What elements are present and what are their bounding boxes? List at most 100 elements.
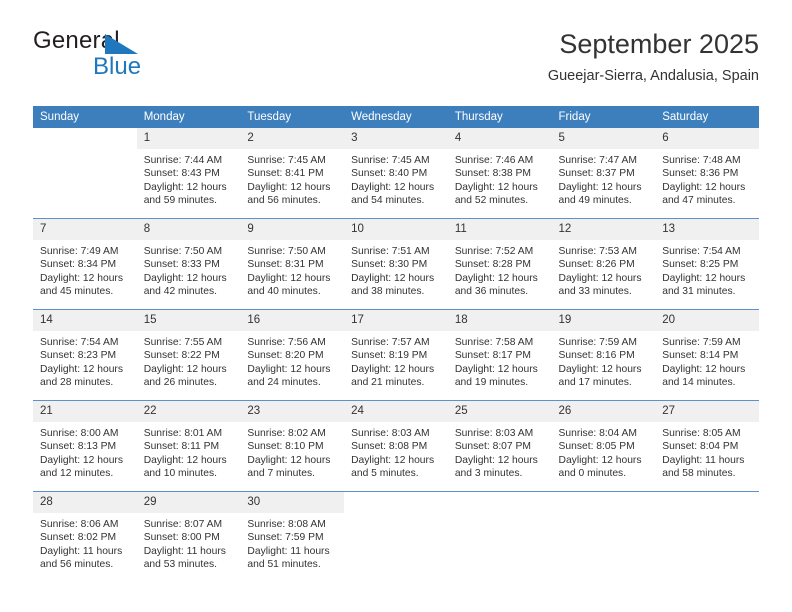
day-number: 8 <box>136 219 241 240</box>
calendar-page: General Blue September 2025 Gueejar-Sier… <box>0 0 792 612</box>
day-number: 20 <box>655 310 759 331</box>
calendar-cell-day[interactable]: 8 Sunrise: 7:50 AM Sunset: 8:33 PM Daylight… <box>136 218 241 310</box>
day-daylight-2-text: and 33 minutes. <box>558 286 632 298</box>
day-daylight-2-text: and 38 minutes. <box>351 286 425 298</box>
page-header: General Blue September 2025 Gueejar-Sier… <box>33 28 759 90</box>
calendar-cell-day[interactable]: 23 Sunrise: 8:02 AM Sunset: 8:10 PM Dayligh… <box>240 400 345 492</box>
day-sunrise-text: Sunrise: 7:50 AM <box>143 246 223 257</box>
calendar-cell-day[interactable]: 18 Sunrise: 7:58 AM Sunset: 8:17 PM Dayligh… <box>447 309 552 401</box>
day-sunrise-text: Sunrise: 8:03 AM <box>454 428 534 439</box>
day-daylight-2-text: and 42 minutes. <box>143 286 217 298</box>
day-sunset-text: Sunset: 8:41 PM <box>247 168 324 180</box>
weekday-header-thursday: Thursday <box>447 106 552 128</box>
day-sunrise-text: Sunrise: 8:05 AM <box>662 428 741 439</box>
calendar-header-row: Sunday Monday Tuesday Wednesday Thursday… <box>33 106 759 128</box>
day-daylight-2-text: and 58 minutes. <box>662 468 736 480</box>
day-number: 28 <box>33 492 137 513</box>
day-daylight-2-text: and 24 minutes. <box>247 377 321 389</box>
day-sunset-text: Sunset: 8:17 PM <box>454 350 531 362</box>
day-sunrise-text: Sunrise: 7:45 AM <box>247 155 326 166</box>
calendar-week-row: 7 Sunrise: 7:49 AM Sunset: 8:34 PM Daylight… <box>33 218 759 310</box>
day-details: Sunrise: 8:08 AM Sunset: 7:59 PM Daylight:… <box>240 513 344 572</box>
day-daylight-1-text: Daylight: 12 hours <box>351 272 435 284</box>
calendar-cell-day[interactable]: 19 Sunrise: 7:59 AM Sunset: 8:16 PM Dayligh… <box>551 309 656 401</box>
brand-logo[interactable]: General Blue <box>33 28 263 86</box>
calendar-cell-day[interactable]: 29 Sunrise: 8:07 AM Sunset: 8:00 PM Dayligh… <box>136 491 241 582</box>
calendar-cell-day[interactable]: 2 Sunrise: 7:45 AM Sunset: 8:41 PM Daylight… <box>240 128 345 219</box>
calendar-cell-day[interactable]: 7 Sunrise: 7:49 AM Sunset: 8:34 PM Daylight… <box>33 218 137 310</box>
day-sunrise-text: Sunrise: 7:57 AM <box>351 337 430 348</box>
day-daylight-2-text: and 36 minutes. <box>454 286 529 298</box>
day-daylight-2-text: and 40 minutes. <box>247 286 321 298</box>
day-details: Sunrise: 7:59 AM Sunset: 8:16 PM Daylight:… <box>552 331 656 390</box>
day-daylight-2-text: and 28 minutes. <box>40 377 114 389</box>
calendar-cell-day[interactable]: 14 Sunrise: 7:54 AM Sunset: 8:23 PM Dayligh… <box>33 309 137 401</box>
day-number: 11 <box>447 219 552 240</box>
calendar-cell-day[interactable]: 11 Sunrise: 7:52 AM Sunset: 8:28 PM Dayligh… <box>447 218 552 310</box>
day-sunset-text: Sunset: 8:34 PM <box>40 259 117 271</box>
day-sunrise-text: Sunrise: 7:54 AM <box>40 337 119 348</box>
day-number: 19 <box>551 310 656 331</box>
day-daylight-1-text: Daylight: 12 hours <box>662 363 746 375</box>
calendar-cell-day[interactable]: 6 Sunrise: 7:48 AM Sunset: 8:36 PM Daylight… <box>655 128 759 219</box>
calendar-cell-day[interactable]: 13 Sunrise: 7:54 AM Sunset: 8:25 PM Dayligh… <box>655 218 759 310</box>
day-sunset-text: Sunset: 8:02 PM <box>40 532 117 544</box>
day-daylight-2-text: and 10 minutes. <box>143 468 217 480</box>
calendar-cell-day[interactable]: 28 Sunrise: 8:06 AM Sunset: 8:02 PM Dayligh… <box>33 491 137 582</box>
day-number: 21 <box>33 401 137 422</box>
day-daylight-2-text: and 17 minutes. <box>558 377 632 389</box>
day-details: Sunrise: 7:47 AM Sunset: 8:37 PM Daylight:… <box>552 149 656 208</box>
day-number: 4 <box>447 128 552 149</box>
day-daylight-2-text: and 0 minutes. <box>558 468 627 480</box>
day-sunrise-text: Sunrise: 7:59 AM <box>662 337 741 348</box>
day-daylight-2-text: and 19 minutes. <box>454 377 529 389</box>
calendar-cell-day[interactable]: 9 Sunrise: 7:50 AM Sunset: 8:31 PM Daylight… <box>240 218 345 310</box>
day-details: Sunrise: 7:57 AM Sunset: 8:19 PM Daylight:… <box>344 331 448 390</box>
day-sunset-text: Sunset: 8:36 PM <box>662 168 739 180</box>
day-details: Sunrise: 8:02 AM Sunset: 8:10 PM Daylight:… <box>240 422 344 481</box>
day-sunset-text: Sunset: 8:43 PM <box>143 168 220 180</box>
day-details: Sunrise: 7:55 AM Sunset: 8:22 PM Daylight:… <box>137 331 241 390</box>
day-daylight-1-text: Daylight: 12 hours <box>143 363 227 375</box>
calendar-cell-day[interactable]: 16 Sunrise: 7:56 AM Sunset: 8:20 PM Dayligh… <box>240 309 345 401</box>
calendar-cell-empty <box>655 491 759 582</box>
calendar-cell-day[interactable]: 4 Sunrise: 7:46 AM Sunset: 8:38 PM Daylight… <box>447 128 552 219</box>
calendar-cell-day[interactable]: 22 Sunrise: 8:01 AM Sunset: 8:11 PM Dayligh… <box>136 400 241 492</box>
calendar-cell-day[interactable]: 24 Sunrise: 8:03 AM Sunset: 8:08 PM Dayligh… <box>344 400 448 492</box>
day-daylight-1-text: Daylight: 12 hours <box>454 272 538 284</box>
triangle-logo-icon <box>105 34 138 54</box>
day-sunrise-text: Sunrise: 8:03 AM <box>351 428 430 439</box>
calendar-cell-day[interactable]: 30 Sunrise: 8:08 AM Sunset: 7:59 PM Dayligh… <box>240 491 345 582</box>
day-daylight-2-text: and 5 minutes. <box>351 468 419 480</box>
day-details: Sunrise: 7:45 AM Sunset: 8:40 PM Daylight:… <box>344 149 448 208</box>
day-daylight-2-text: and 31 minutes. <box>662 286 736 298</box>
calendar-cell-day[interactable]: 21 Sunrise: 8:00 AM Sunset: 8:13 PM Dayligh… <box>33 400 137 492</box>
day-sunset-text: Sunset: 8:20 PM <box>247 350 324 362</box>
calendar-cell-day[interactable]: 25 Sunrise: 8:03 AM Sunset: 8:07 PM Dayligh… <box>447 400 552 492</box>
calendar-cell-day[interactable]: 20 Sunrise: 7:59 AM Sunset: 8:14 PM Dayligh… <box>655 309 759 401</box>
calendar-cell-day[interactable]: 27 Sunrise: 8:05 AM Sunset: 8:04 PM Dayligh… <box>655 400 759 492</box>
calendar-cell-day[interactable]: 3 Sunrise: 7:45 AM Sunset: 8:40 PM Daylight… <box>344 128 448 219</box>
calendar-cell-day[interactable]: 17 Sunrise: 7:57 AM Sunset: 8:19 PM Dayligh… <box>344 309 448 401</box>
day-daylight-2-text: and 12 minutes. <box>40 468 114 480</box>
day-sunrise-text: Sunrise: 7:48 AM <box>662 155 741 166</box>
day-details: Sunrise: 7:50 AM Sunset: 8:33 PM Daylight:… <box>137 240 241 299</box>
day-sunset-text: Sunset: 8:08 PM <box>351 441 428 453</box>
calendar-body: 1 Sunrise: 7:44 AM Sunset: 8:43 PM Daylight… <box>33 128 759 582</box>
day-daylight-2-text: and 59 minutes. <box>143 195 217 207</box>
sunrise-sunset-calendar: Sunday Monday Tuesday Wednesday Thursday… <box>33 106 759 582</box>
day-daylight-1-text: Daylight: 12 hours <box>558 181 642 193</box>
page-subtitle: Gueejar-Sierra, Andalusia, Spain <box>547 68 759 84</box>
day-details: Sunrise: 8:07 AM Sunset: 8:00 PM Daylight:… <box>137 513 241 572</box>
calendar-cell-empty <box>33 128 137 219</box>
day-sunrise-text: Sunrise: 7:46 AM <box>454 155 534 166</box>
day-details: Sunrise: 7:53 AM Sunset: 8:26 PM Daylight:… <box>552 240 656 299</box>
calendar-cell-day[interactable]: 10 Sunrise: 7:51 AM Sunset: 8:30 PM Dayligh… <box>344 218 448 310</box>
calendar-cell-day[interactable]: 26 Sunrise: 8:04 AM Sunset: 8:05 PM Dayligh… <box>551 400 656 492</box>
calendar-cell-day[interactable]: 15 Sunrise: 7:55 AM Sunset: 8:22 PM Dayligh… <box>136 309 241 401</box>
calendar-cell-day[interactable]: 1 Sunrise: 7:44 AM Sunset: 8:43 PM Daylight… <box>136 128 241 219</box>
day-number: 12 <box>551 219 656 240</box>
calendar-cell-day[interactable]: 12 Sunrise: 7:53 AM Sunset: 8:26 PM Dayligh… <box>551 218 656 310</box>
calendar-cell-day[interactable]: 5 Sunrise: 7:47 AM Sunset: 8:37 PM Daylight… <box>551 128 656 219</box>
day-daylight-1-text: Daylight: 12 hours <box>40 454 123 466</box>
